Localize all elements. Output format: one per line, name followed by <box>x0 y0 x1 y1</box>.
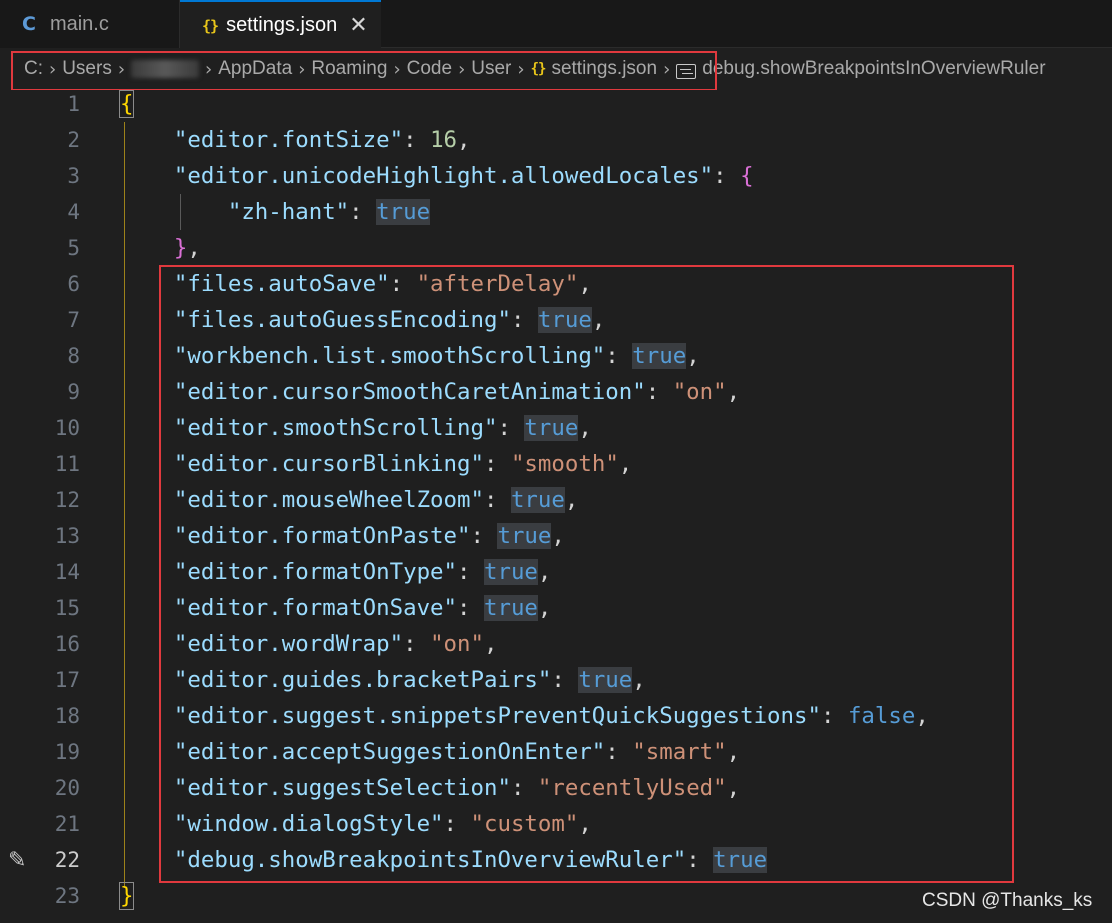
code-line: 9 "editor.cursorSmoothCaretAnimation": "… <box>0 374 1112 410</box>
code-line: 16 "editor.wordWrap": "on", <box>0 626 1112 662</box>
code-line-active: ✎ 22 "debug.showBreakpointsInOverviewRul… <box>0 842 1112 878</box>
line-number: 1 <box>67 92 80 116</box>
code-line: 13 "editor.formatOnPaste": true, <box>0 518 1112 554</box>
line-number: 13 <box>54 524 80 548</box>
line-number: 21 <box>54 812 80 836</box>
code-line: 5 }, <box>0 230 1112 266</box>
c-file-icon: C <box>22 13 36 35</box>
line-number: 14 <box>54 560 80 584</box>
code-line: 4 "zh-hant": true <box>0 194 1112 230</box>
breadcrumb-appdata[interactable]: AppData <box>218 58 292 80</box>
chevron-right-icon: › <box>393 58 401 80</box>
code-line: 6 "files.autoSave": "afterDelay", <box>0 266 1112 302</box>
code-line: 15 "editor.formatOnSave": true, <box>0 590 1112 626</box>
code-line: 14 "editor.formatOnType": true, <box>0 554 1112 590</box>
breadcrumb-code[interactable]: Code <box>407 58 452 80</box>
tab-label: main.c <box>49 12 109 35</box>
line-number: 6 <box>67 272 80 296</box>
code-line: 8 "workbench.list.smoothScrolling": true… <box>0 338 1112 374</box>
breadcrumb-user[interactable]: User <box>471 58 511 80</box>
line-number: 5 <box>67 236 80 260</box>
breadcrumb-settings-json[interactable]: settings.json <box>551 58 657 80</box>
line-number: 16 <box>54 632 80 656</box>
tab-settings-json[interactable]: {} settings.json ✕ <box>180 0 381 49</box>
line-number: 8 <box>67 344 80 368</box>
watermark: CSDN @Thanks_ks <box>922 890 1093 911</box>
code-editor[interactable]: 1 { 2 "editor.fontSize": 16, 3 "editor.u… <box>0 90 1112 923</box>
line-number: 3 <box>67 164 80 188</box>
line-number: 17 <box>54 668 80 692</box>
line-number: 22 <box>54 848 80 872</box>
line-number: 15 <box>54 596 80 620</box>
line-number: 23 <box>54 884 80 908</box>
breadcrumb: C: › Users › › AppData › Roaming › Code … <box>0 48 1112 90</box>
line-number: 7 <box>67 308 80 332</box>
code-line: 1 { <box>0 86 1112 122</box>
chevron-right-icon: › <box>663 58 671 80</box>
breadcrumb-users[interactable]: Users <box>62 58 112 80</box>
line-number: 19 <box>54 740 80 764</box>
code-line: 21 "window.dialogStyle": "custom", <box>0 806 1112 842</box>
code-line: 3 "editor.unicodeHighlight.allowedLocale… <box>0 158 1112 194</box>
json-file-icon: {} <box>530 61 547 77</box>
line-number: 12 <box>54 488 80 512</box>
breadcrumb-roaming[interactable]: Roaming <box>311 58 387 80</box>
breadcrumb-symbol[interactable]: debug.showBreakpointsInOverviewRuler <box>702 58 1045 80</box>
code-line: 20 "editor.suggestSelection": "recentlyU… <box>0 770 1112 806</box>
property-symbol-icon <box>676 63 697 79</box>
line-number: 11 <box>54 452 80 476</box>
chevron-right-icon: › <box>517 58 525 80</box>
line-number: 10 <box>54 416 80 440</box>
line-number: 4 <box>67 200 80 224</box>
breadcrumb-drive[interactable]: C: <box>24 58 43 80</box>
chevron-right-icon: › <box>205 58 213 80</box>
chevron-right-icon: › <box>458 58 466 80</box>
json-file-icon: {} <box>202 16 219 35</box>
tab-bar: C main.c {} settings.json ✕ <box>0 0 1112 49</box>
code-line: 17 "editor.guides.bracketPairs": true, <box>0 662 1112 698</box>
code-line: 19 "editor.acceptSuggestionOnEnter": "sm… <box>0 734 1112 770</box>
chevron-right-icon: › <box>298 58 306 80</box>
tab-label: settings.json <box>226 14 338 36</box>
code-line: 11 "editor.cursorBlinking": "smooth", <box>0 446 1112 482</box>
chevron-right-icon: › <box>117 58 126 80</box>
code-line: 10 "editor.smoothScrolling": true, <box>0 410 1112 446</box>
line-number: 18 <box>54 704 80 728</box>
code-line: 7 "files.autoGuessEncoding": true, <box>0 302 1112 338</box>
line-number: 20 <box>54 776 80 800</box>
code-line: 18 "editor.suggest.snippetsPreventQuickS… <box>0 698 1112 734</box>
code-line: 2 "editor.fontSize": 16, <box>0 122 1112 158</box>
code-line: 12 "editor.mouseWheelZoom": true, <box>0 482 1112 518</box>
line-number: 2 <box>67 128 80 152</box>
close-icon[interactable]: ✕ <box>349 13 367 38</box>
tab-main-c[interactable]: C main.c <box>0 0 180 48</box>
line-number: 9 <box>67 380 80 404</box>
chevron-right-icon: › <box>49 58 57 80</box>
redacted-username[interactable] <box>131 60 200 78</box>
